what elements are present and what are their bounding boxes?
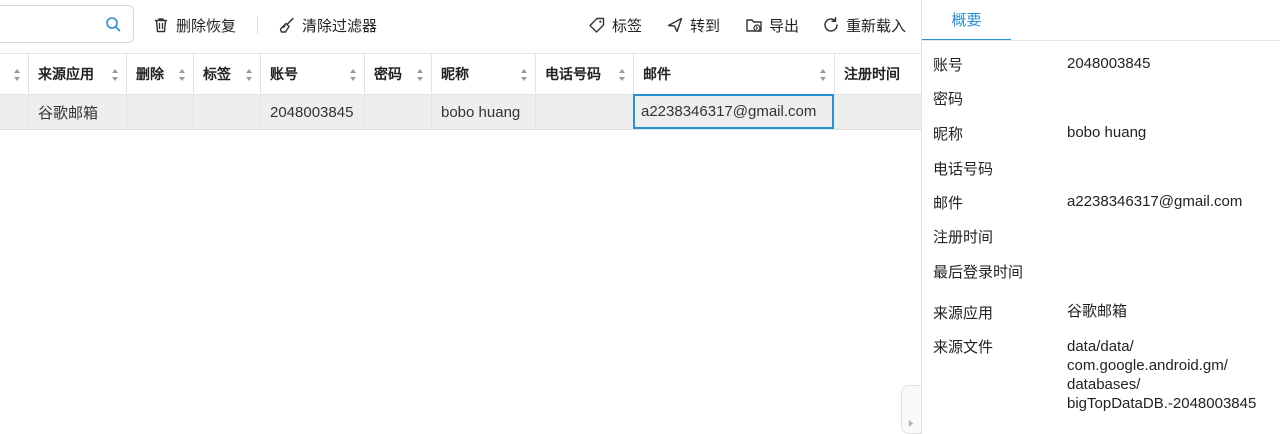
detail-label-phone: 电话号码 (933, 161, 994, 178)
detail-label-password: 密码 (933, 91, 964, 108)
sort-icon[interactable] (178, 68, 186, 82)
goto-label: 转到 (690, 17, 721, 35)
cell-nickname[interactable]: bobo huang (432, 95, 536, 129)
detail-label-nickname: 昵称 (933, 126, 964, 143)
tab-divider (922, 40, 1280, 41)
detail-value-nickname: bobo huang (1067, 124, 1147, 141)
column-header-label: 标签 (203, 66, 231, 82)
search-icon[interactable] (105, 16, 121, 32)
clear-filters-label: 清除过滤器 (302, 17, 378, 35)
export-label: 导出 (769, 17, 800, 35)
column-header-label: 来源应用 (38, 66, 94, 82)
column-header-label: 注册时间 (844, 66, 900, 82)
column-header-label: 昵称 (441, 66, 469, 82)
table-row[interactable]: 谷歌邮箱 2048003845 bobo huang a2238346317@g… (0, 94, 921, 130)
reload-icon (824, 17, 838, 32)
sort-icon[interactable] (111, 68, 119, 82)
sort-icon[interactable] (520, 68, 528, 82)
source-file-line: com.google.android.gm/ (1067, 357, 1228, 374)
column-header-tag[interactable]: 标签 (194, 54, 261, 94)
sort-icon[interactable] (618, 68, 626, 82)
cell-source-app[interactable]: 谷歌邮箱 (29, 95, 127, 129)
goto-icon (667, 17, 683, 33)
table-cell[interactable] (0, 95, 29, 129)
detail-label-source-file: 来源文件 (933, 339, 994, 356)
sort-icon[interactable] (819, 68, 827, 82)
cell-deleted[interactable] (127, 95, 194, 129)
column-header-source-app[interactable]: 来源应用 (29, 54, 127, 94)
detail-value-source-file[interactable]: data/data/ com.google.android.gm/ databa… (1067, 337, 1256, 413)
column-header-label: 账号 (270, 66, 298, 82)
sort-icon[interactable] (245, 68, 253, 82)
cell-phone[interactable] (536, 95, 634, 129)
column-header-deleted[interactable]: 删除 (127, 54, 194, 94)
table-header: 来源应用 删除 标签 账号 密码 昵称 电话号码 邮件 注册时间 (0, 53, 921, 95)
sort-icon[interactable] (416, 68, 424, 82)
tag-button[interactable]: 标签 (588, 14, 642, 36)
detail-label-last-login: 最后登录时间 (933, 264, 1024, 281)
tab-summary[interactable]: 概要 (922, 0, 1011, 41)
cell-password[interactable] (365, 95, 432, 129)
column-header-password[interactable]: 密码 (365, 54, 432, 94)
sort-icon[interactable] (13, 68, 21, 82)
column-header-label: 邮件 (643, 66, 671, 82)
column-header-prev[interactable] (0, 54, 29, 94)
column-header-label: 删除 (136, 66, 164, 82)
export-icon (746, 19, 762, 32)
column-header-label: 密码 (374, 66, 402, 82)
detail-label-source-app: 来源应用 (933, 305, 994, 322)
column-header-register-time[interactable]: 注册时间 (835, 54, 921, 94)
detail-value-source-app: 谷歌邮箱 (1067, 303, 1128, 320)
detail-value-account: 2048003845 (1067, 55, 1151, 72)
column-header-nickname[interactable]: 昵称 (432, 54, 536, 94)
source-file-line: databases/ (1067, 376, 1141, 393)
tag-icon (589, 17, 605, 33)
reload-button[interactable]: 重新载入 (822, 14, 906, 36)
clear-filters-button[interactable]: 清除过滤器 (278, 14, 377, 36)
toolbar-divider (257, 16, 258, 34)
goto-button[interactable]: 转到 (666, 14, 720, 36)
broom-icon (279, 17, 294, 33)
tag-label: 标签 (612, 17, 643, 35)
main-pane: 删除恢复 清除过滤器 标签 转到 导出 重新载入 来源应用 删除 标签 账号 密… (0, 0, 921, 434)
column-header-label: 电话号码 (545, 66, 601, 82)
source-file-line: data/data/ (1067, 338, 1134, 355)
cell-email-selected[interactable]: a2238346317@gmail.com (633, 94, 834, 129)
chevron-right-icon (908, 419, 914, 428)
cell-tag[interactable] (194, 95, 261, 129)
trash-icon (155, 18, 167, 33)
source-file-line: bigTopDataDB.-2048003845 (1067, 395, 1257, 412)
detail-label-register-time: 注册时间 (933, 229, 994, 246)
column-header-email[interactable]: 邮件 (634, 54, 835, 94)
details-panel: 概要 账号 2048003845 密码 昵称 bobo huang 电话号码 邮… (921, 0, 1280, 434)
search-input[interactable] (0, 5, 134, 43)
delete-restore-label: 删除恢复 (176, 17, 237, 35)
sort-icon[interactable] (349, 68, 357, 82)
column-header-phone[interactable]: 电话号码 (536, 54, 634, 94)
cell-account[interactable]: 2048003845 (261, 95, 365, 129)
detail-label-account: 账号 (933, 57, 964, 74)
panel-collapse-handle[interactable] (901, 385, 921, 434)
export-button[interactable]: 导出 (745, 14, 799, 36)
column-header-account[interactable]: 账号 (261, 54, 365, 94)
detail-value-email: a2238346317@gmail.com (1067, 193, 1243, 210)
detail-label-email: 邮件 (933, 195, 964, 212)
cell-register-time[interactable] (835, 95, 921, 129)
reload-label: 重新载入 (846, 17, 907, 35)
delete-restore-button[interactable]: 删除恢复 (152, 14, 236, 36)
